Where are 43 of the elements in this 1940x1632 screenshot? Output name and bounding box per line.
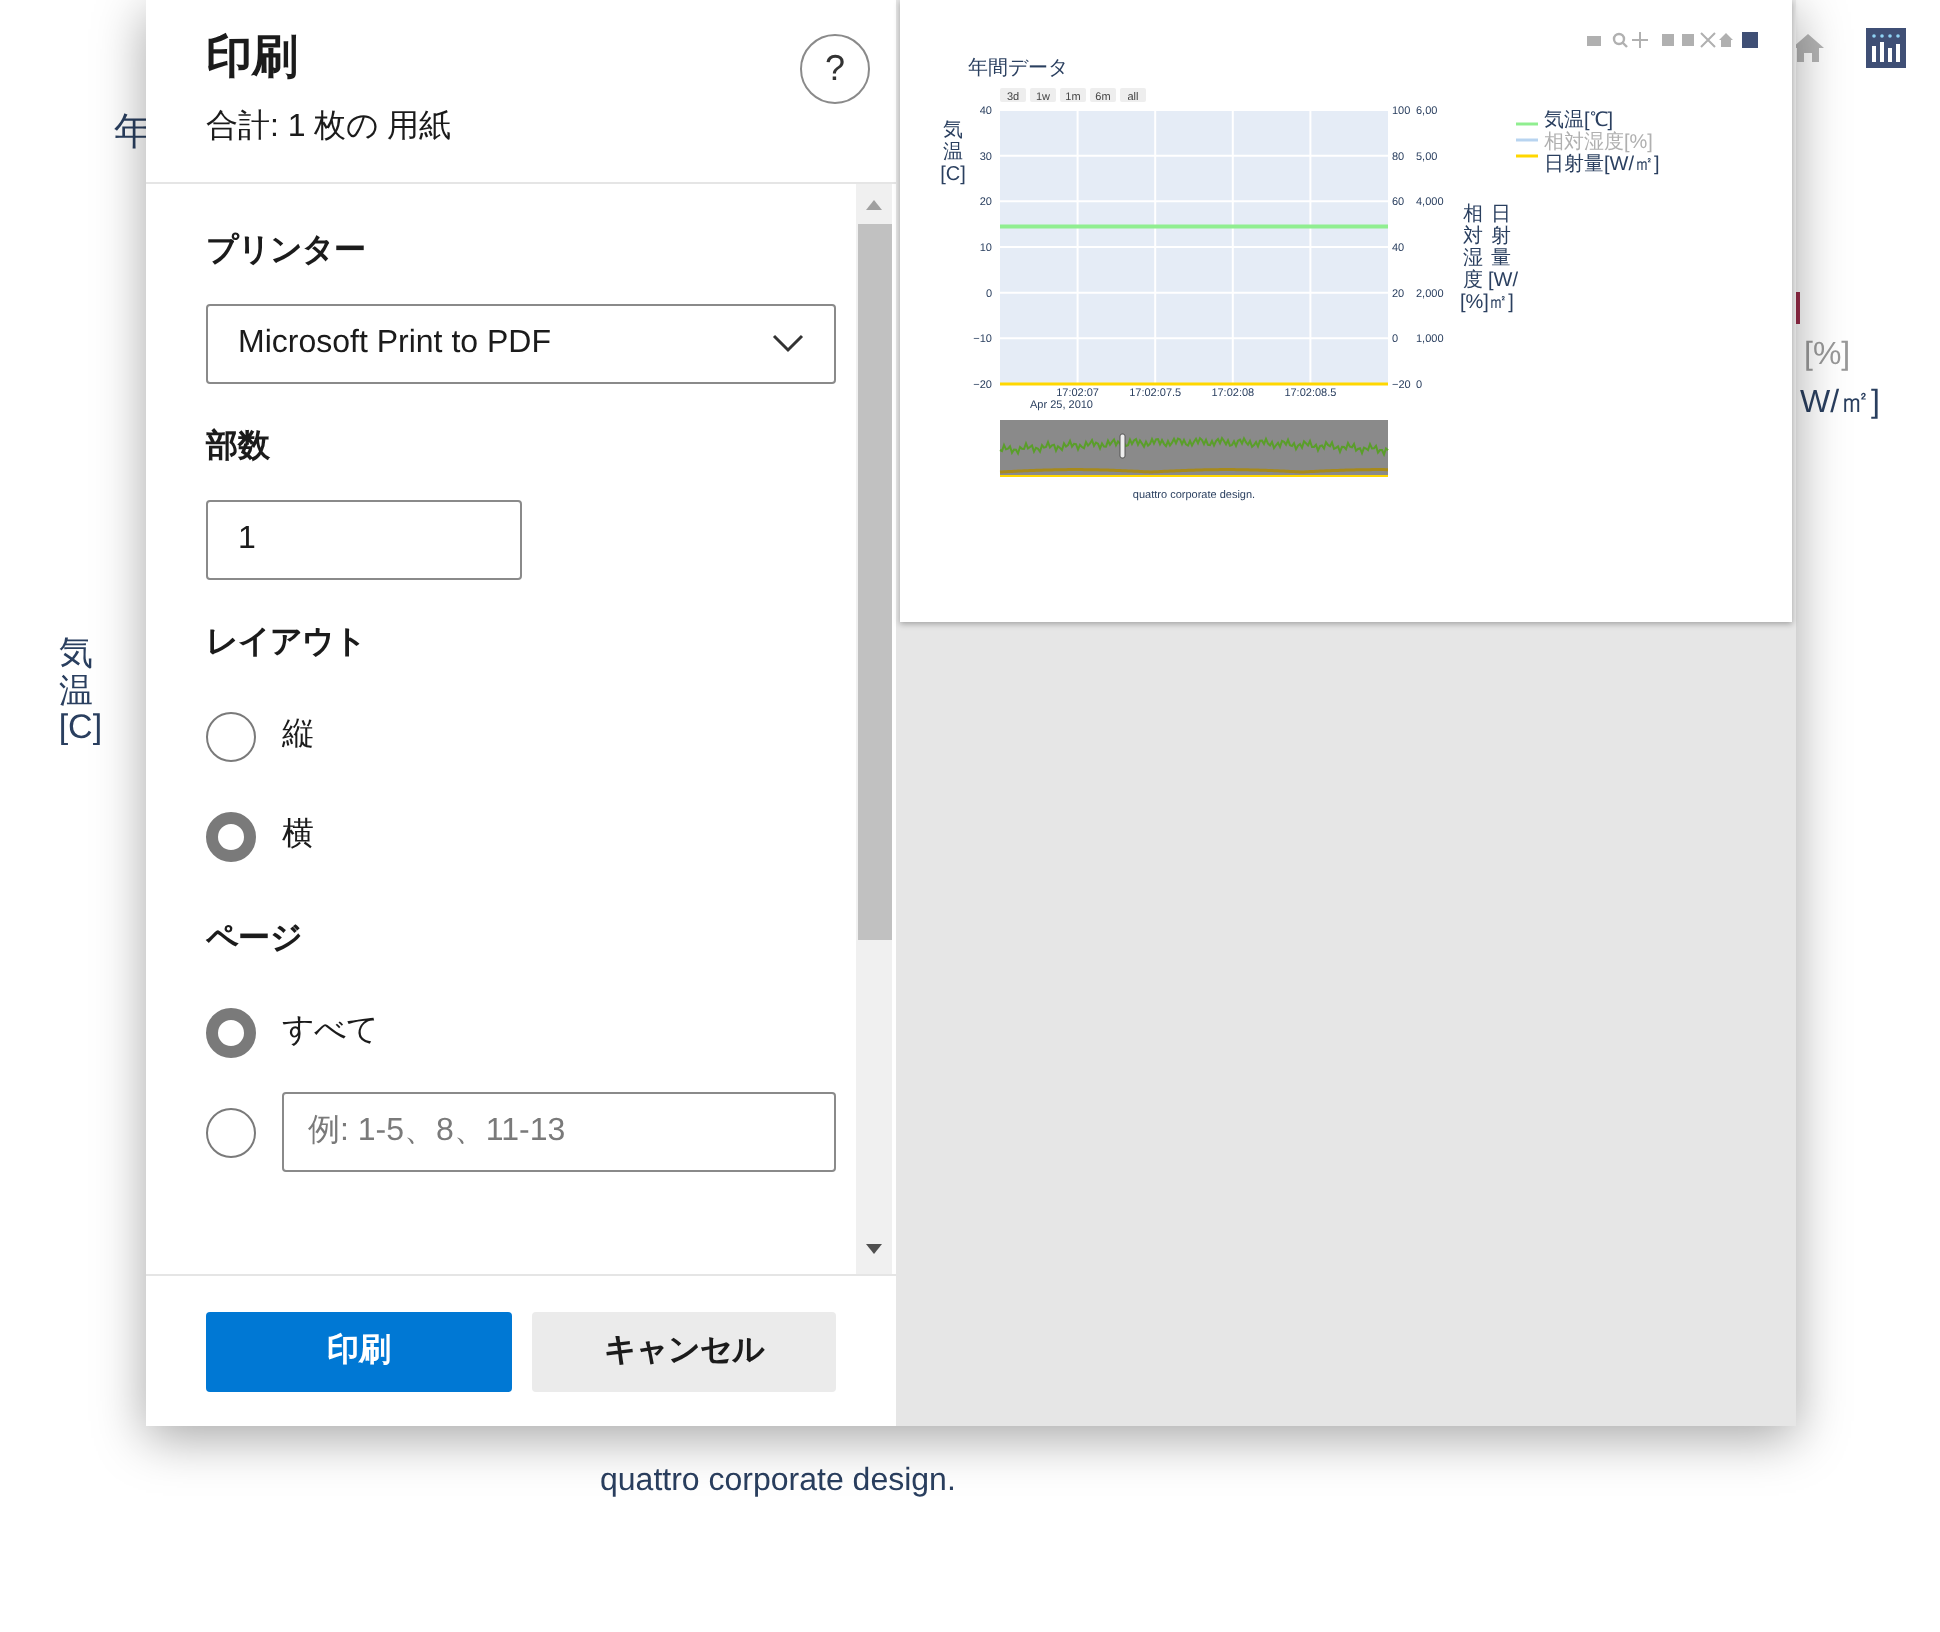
help-button[interactable]: ?	[800, 34, 870, 104]
radio-button[interactable]	[206, 711, 256, 761]
radio-label: 縦	[282, 716, 314, 756]
page-range-field[interactable]: 例: 1-5、8、11-13	[282, 1092, 836, 1172]
section-label: レイアウト	[206, 624, 368, 664]
print-button[interactable]: 印刷	[206, 1311, 512, 1391]
radio-button[interactable]	[206, 811, 256, 861]
axis-title: 相対湿度[%]	[1460, 204, 1486, 314]
zoom-icon	[1612, 32, 1628, 48]
radio-button[interactable]	[206, 1107, 256, 1157]
page-title: 年	[114, 110, 152, 158]
scrollbar[interactable]	[856, 184, 892, 1274]
plus-icon	[1632, 32, 1648, 48]
axis-title: 日射量[W/㎡]	[1488, 204, 1514, 314]
legend-label[interactable]: 気温[℃]	[1544, 112, 1614, 132]
range-slider[interactable]	[999, 420, 1389, 477]
legend-line	[1796, 292, 1800, 324]
scroll-down-icon	[866, 1244, 882, 1254]
page-footer: quattro corporate design.	[600, 1458, 956, 1506]
section-label: 部数	[206, 426, 272, 468]
printer-select[interactable]: Microsoft Print to PDF	[206, 304, 836, 384]
chevron-down-icon	[772, 334, 804, 354]
house-icon	[1718, 32, 1734, 48]
copies-field[interactable]: 1	[206, 500, 522, 580]
square-icon	[1660, 32, 1676, 48]
square-icon	[1680, 32, 1696, 48]
section-label: プリンター	[206, 230, 368, 272]
axis-title: 気温[C]	[60, 636, 101, 749]
cancel-button[interactable]: キャンセル	[532, 1311, 836, 1391]
dialog-title: 印刷	[206, 28, 300, 86]
sheet-count: 合計: 1 枚の 用紙	[206, 107, 452, 148]
legend-label[interactable]: 日射量[W/㎡]	[1544, 156, 1660, 176]
legend-label: [%]	[1804, 336, 1851, 376]
home-icon	[1790, 32, 1826, 64]
legend-label: W/㎡]	[1800, 384, 1880, 424]
chart-title: 年間データ	[968, 58, 1068, 80]
radio-label: すべて	[282, 1012, 378, 1052]
section-label: ページ	[206, 920, 304, 960]
radio-label: 横	[282, 815, 314, 856]
cross-icon	[1700, 32, 1716, 48]
scroll-up-icon	[866, 200, 882, 210]
radio-button[interactable]	[206, 1007, 256, 1057]
axis-title: 気温[C]	[940, 120, 966, 186]
